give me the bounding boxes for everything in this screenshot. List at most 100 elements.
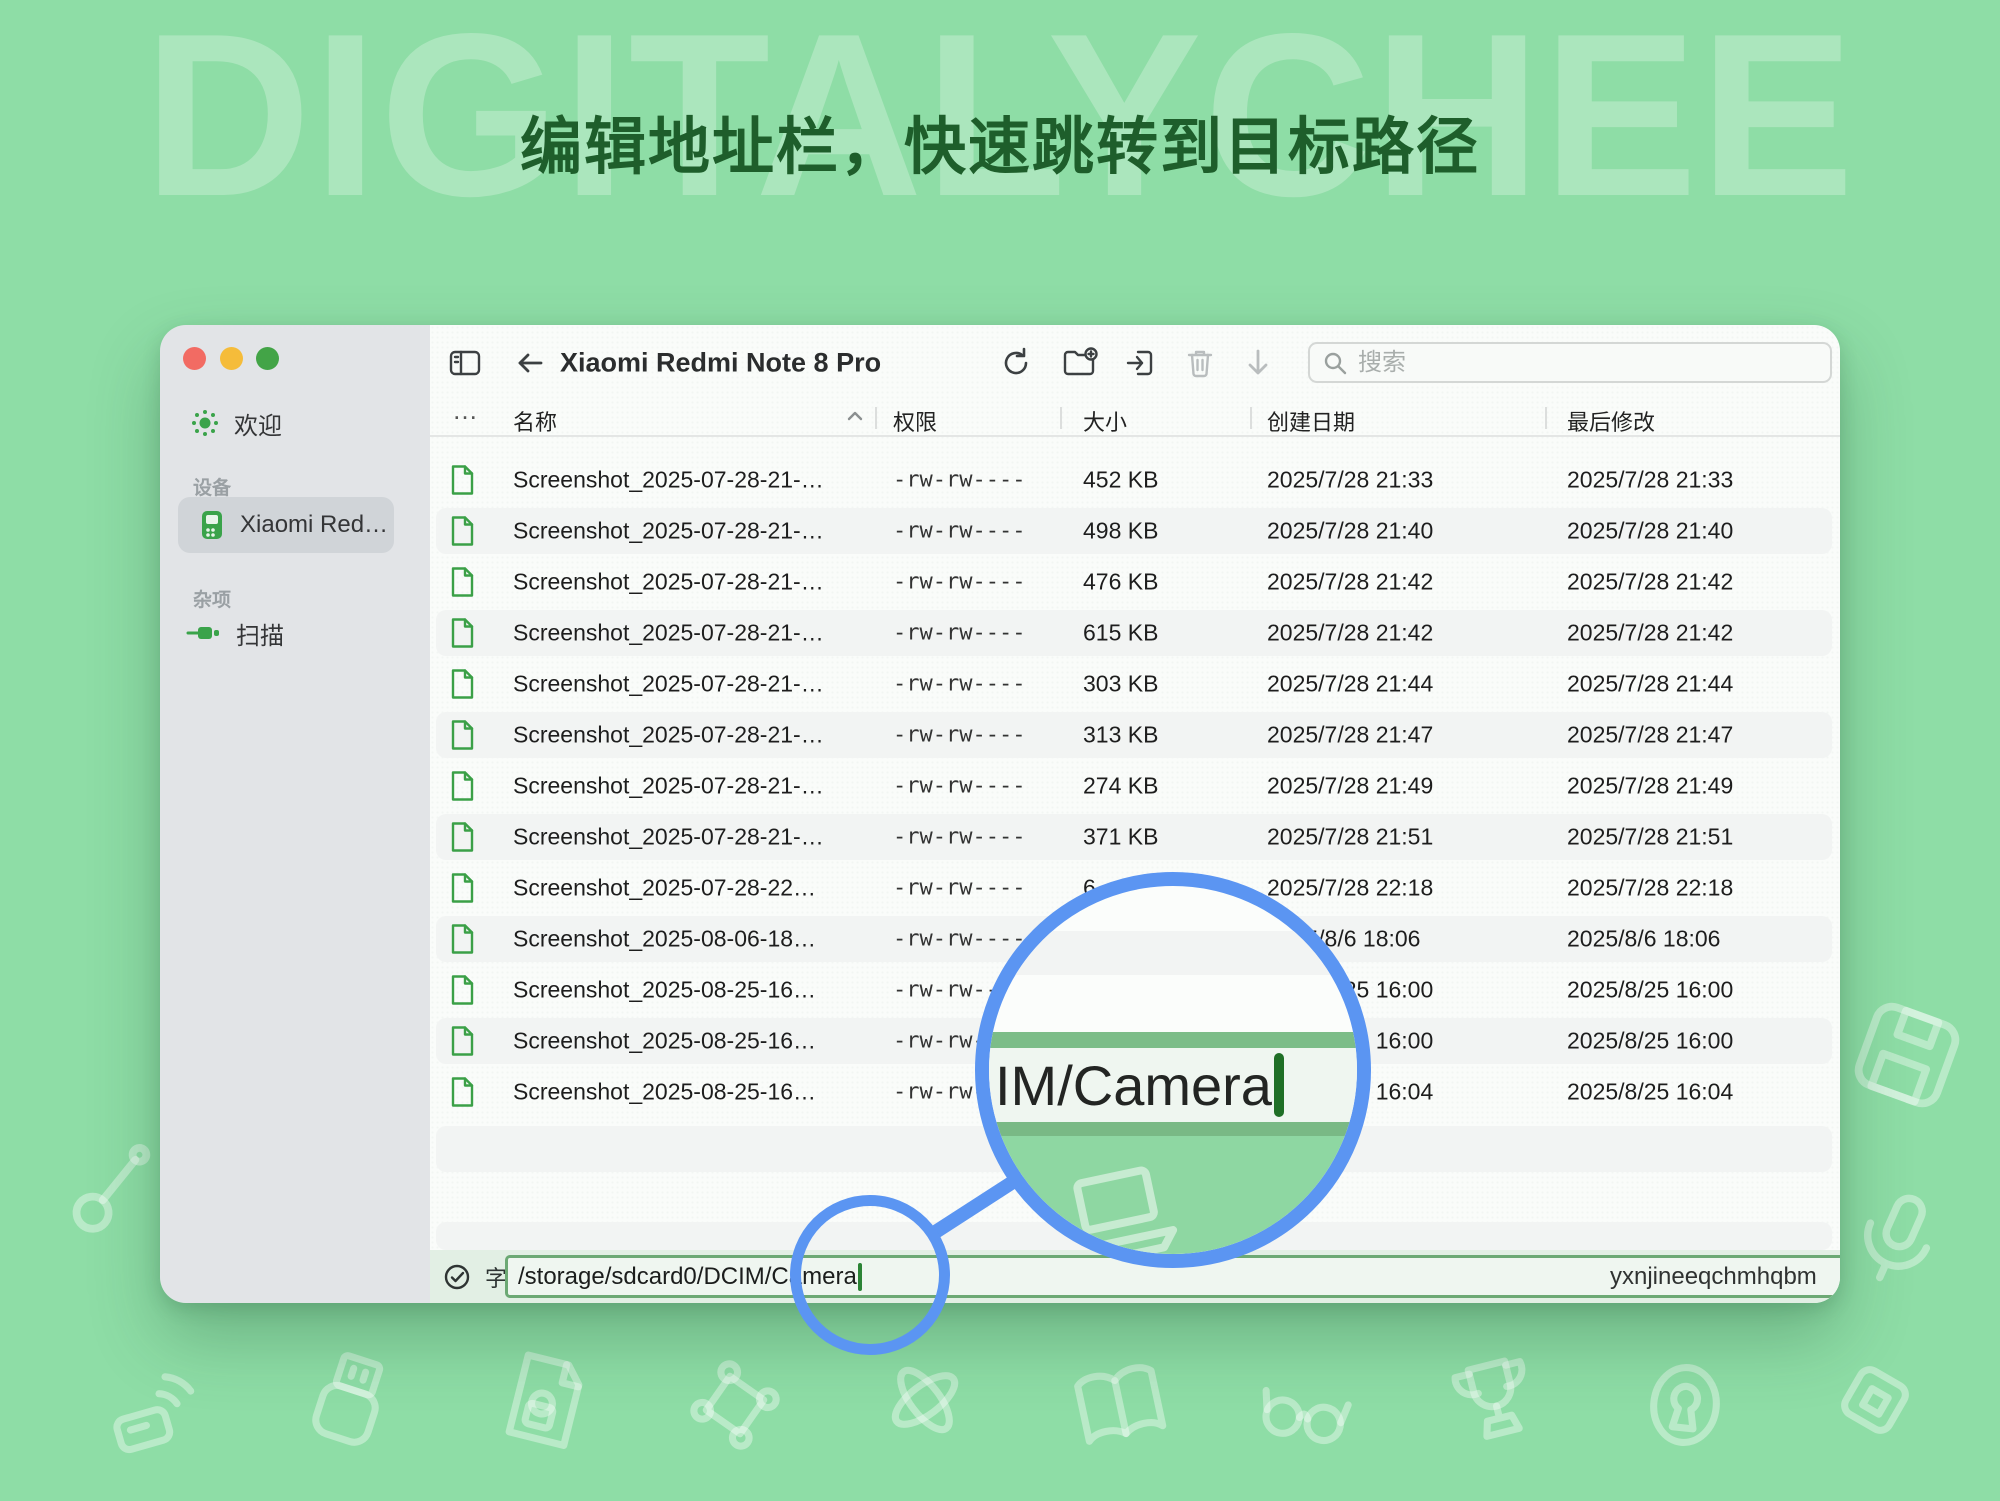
magnified-path-input: IM/Camera xyxy=(989,1048,1357,1122)
magnifier-circle: IM/Camera xyxy=(975,872,1371,1268)
column-header-modified[interactable]: 最后修改 xyxy=(1567,405,1655,437)
column-header-size[interactable]: 大小 xyxy=(1083,405,1127,437)
back-button[interactable] xyxy=(515,349,545,377)
file-modified: 2025/7/28 21:49 xyxy=(1567,773,1733,800)
sidebar: 欢迎 设备 Xiaomi Red… 杂项 扫描 xyxy=(160,325,430,1303)
decor-glasses-icon xyxy=(1247,1352,1363,1468)
file-name: Screenshot_2025-08-25-16… xyxy=(513,977,816,1004)
page-title: 编辑地址栏，快速跳转到目标路径 xyxy=(0,96,2000,186)
file-modified: 2025/7/28 21:33 xyxy=(1567,467,1733,494)
search-icon xyxy=(1322,350,1348,376)
file-icon xyxy=(450,822,475,853)
refresh-button[interactable] xyxy=(1000,347,1032,379)
file-name: Screenshot_2025-07-28-21-… xyxy=(513,569,824,596)
sidebar-item-scan[interactable]: 扫描 xyxy=(160,613,430,653)
file-permissions: -rw-rw---- xyxy=(893,570,1025,595)
file-icon xyxy=(450,873,475,904)
file-size: 274 KB xyxy=(1083,773,1158,800)
table-row[interactable]: Screenshot_2025-07-28-21-… -rw-rw---- 47… xyxy=(436,559,1832,605)
file-size: 303 KB xyxy=(1083,671,1158,698)
file-icon xyxy=(450,567,475,598)
file-name: Screenshot_2025-07-28-22… xyxy=(513,875,816,902)
file-modified: 2025/8/25 16:00 xyxy=(1567,977,1733,1004)
table-row[interactable]: Screenshot_2025-07-28-21-… -rw-rw---- 45… xyxy=(436,457,1832,503)
column-header-perms[interactable]: 权限 xyxy=(893,405,937,437)
decor-tag-icon xyxy=(1813,1338,1937,1462)
window-title: Xiaomi Redmi Note 8 Pro xyxy=(560,348,881,379)
file-permissions: -rw-rw---- xyxy=(893,723,1025,748)
decor-trophy-icon xyxy=(1434,1339,1555,1460)
sidebar-item-welcome[interactable]: 欢迎 xyxy=(160,403,430,443)
file-permissions: -rw-rw---- xyxy=(893,621,1025,646)
delete-button[interactable] xyxy=(1185,347,1215,379)
file-size: 371 KB xyxy=(1083,824,1158,851)
file-icon xyxy=(450,1026,475,1057)
file-permissions: -rw-rw---- xyxy=(893,468,1025,493)
sidebar-section-devices: 设备 xyxy=(193,473,231,500)
decor-usb-icon xyxy=(287,1337,413,1463)
search-input[interactable] xyxy=(1358,349,1818,377)
file-created: 2025/7/28 21:47 xyxy=(1267,722,1433,749)
phone-icon xyxy=(198,509,226,541)
decor-keyhole-icon xyxy=(1630,1350,1740,1460)
file-created: 2025/7/28 21:33 xyxy=(1267,467,1433,494)
file-size: 476 KB xyxy=(1083,569,1158,596)
new-folder-button[interactable] xyxy=(1062,347,1100,379)
file-permissions: -rw-rw---- xyxy=(893,876,1025,901)
file-modified: 2025/7/28 21:44 xyxy=(1567,671,1733,698)
sidebar-item-label: 扫描 xyxy=(236,616,284,651)
search-field[interactable] xyxy=(1308,342,1832,383)
column-header-name[interactable]: 名称 xyxy=(513,405,557,437)
file-name: Screenshot_2025-08-06-18… xyxy=(513,926,816,953)
file-permissions: -rw-rw---- xyxy=(893,774,1025,799)
file-icon xyxy=(450,924,475,955)
download-button[interactable] xyxy=(1244,347,1272,379)
table-row[interactable]: Screenshot_2025-07-28-21-… -rw-rw---- 61… xyxy=(436,610,1832,656)
decor-laptop-icon xyxy=(1044,1149,1194,1268)
file-modified: 2025/7/28 21:42 xyxy=(1567,569,1733,596)
sidebar-item-label: 欢迎 xyxy=(234,406,282,441)
toggle-sidebar-button[interactable] xyxy=(448,348,482,378)
file-modified: 2025/8/25 16:00 xyxy=(1567,1028,1733,1055)
decor-knot-icon xyxy=(869,1344,982,1457)
file-size: 452 KB xyxy=(1083,467,1158,494)
decor-route-icon xyxy=(55,1125,176,1246)
magnified-path-text: IM/Camera xyxy=(995,1053,1272,1118)
file-name: Screenshot_2025-08-25-16… xyxy=(513,1028,816,1055)
confirm-path-button[interactable] xyxy=(442,1262,472,1292)
zoom-window-button[interactable] xyxy=(256,347,279,370)
table-row[interactable]: Screenshot_2025-07-28-21-… -rw-rw---- 49… xyxy=(436,508,1832,554)
file-icon xyxy=(450,975,475,1006)
file-modified: 2025/7/28 21:40 xyxy=(1567,518,1733,545)
table-row[interactable]: Screenshot_2025-07-28-21-… -rw-rw---- 37… xyxy=(436,814,1832,860)
file-size: 313 KB xyxy=(1083,722,1158,749)
file-name: Screenshot_2025-07-28-21-… xyxy=(513,467,824,494)
close-window-button[interactable] xyxy=(183,347,206,370)
status-text: yxnjineeqchmhqbm xyxy=(1610,1263,1817,1291)
sort-asc-icon xyxy=(845,409,865,423)
sidebar-item-label: Xiaomi Red… xyxy=(240,511,388,539)
file-size: 498 KB xyxy=(1083,518,1158,545)
decor-node-graph-icon xyxy=(677,1347,793,1463)
table-row[interactable]: Screenshot_2025-07-28-21-… -rw-rw---- 27… xyxy=(436,763,1832,809)
toolbar: Xiaomi Redmi Note 8 Pro xyxy=(430,325,1840,401)
table-row[interactable]: Screenshot_2025-07-28-21-… -rw-rw---- 31… xyxy=(436,712,1832,758)
file-size: 615 KB xyxy=(1083,620,1158,647)
import-button[interactable] xyxy=(1124,347,1156,379)
decor-floppy-icon xyxy=(1837,985,1978,1126)
file-created: 2025/7/28 22:18 xyxy=(1267,875,1433,902)
minimize-window-button[interactable] xyxy=(220,347,243,370)
file-icon xyxy=(450,516,475,547)
sidebar-item-device-selected[interactable]: Xiaomi Red… xyxy=(178,497,394,553)
file-icon xyxy=(450,720,475,751)
file-created: 2025/7/28 21:42 xyxy=(1267,620,1433,647)
decor-book-icon xyxy=(1061,1346,1180,1465)
file-name: Screenshot_2025-07-28-21-… xyxy=(513,518,824,545)
column-header-created[interactable]: 创建日期 xyxy=(1267,405,1355,437)
file-name: Screenshot_2025-07-28-21-… xyxy=(513,773,824,800)
char-glyph: 字 xyxy=(485,1261,507,1293)
file-modified: 2025/7/28 21:47 xyxy=(1567,722,1733,749)
column-options-button[interactable]: … xyxy=(452,395,478,426)
table-row[interactable]: Screenshot_2025-07-28-21-… -rw-rw---- 30… xyxy=(436,661,1832,707)
file-permissions: -rw-rw---- xyxy=(893,825,1025,850)
